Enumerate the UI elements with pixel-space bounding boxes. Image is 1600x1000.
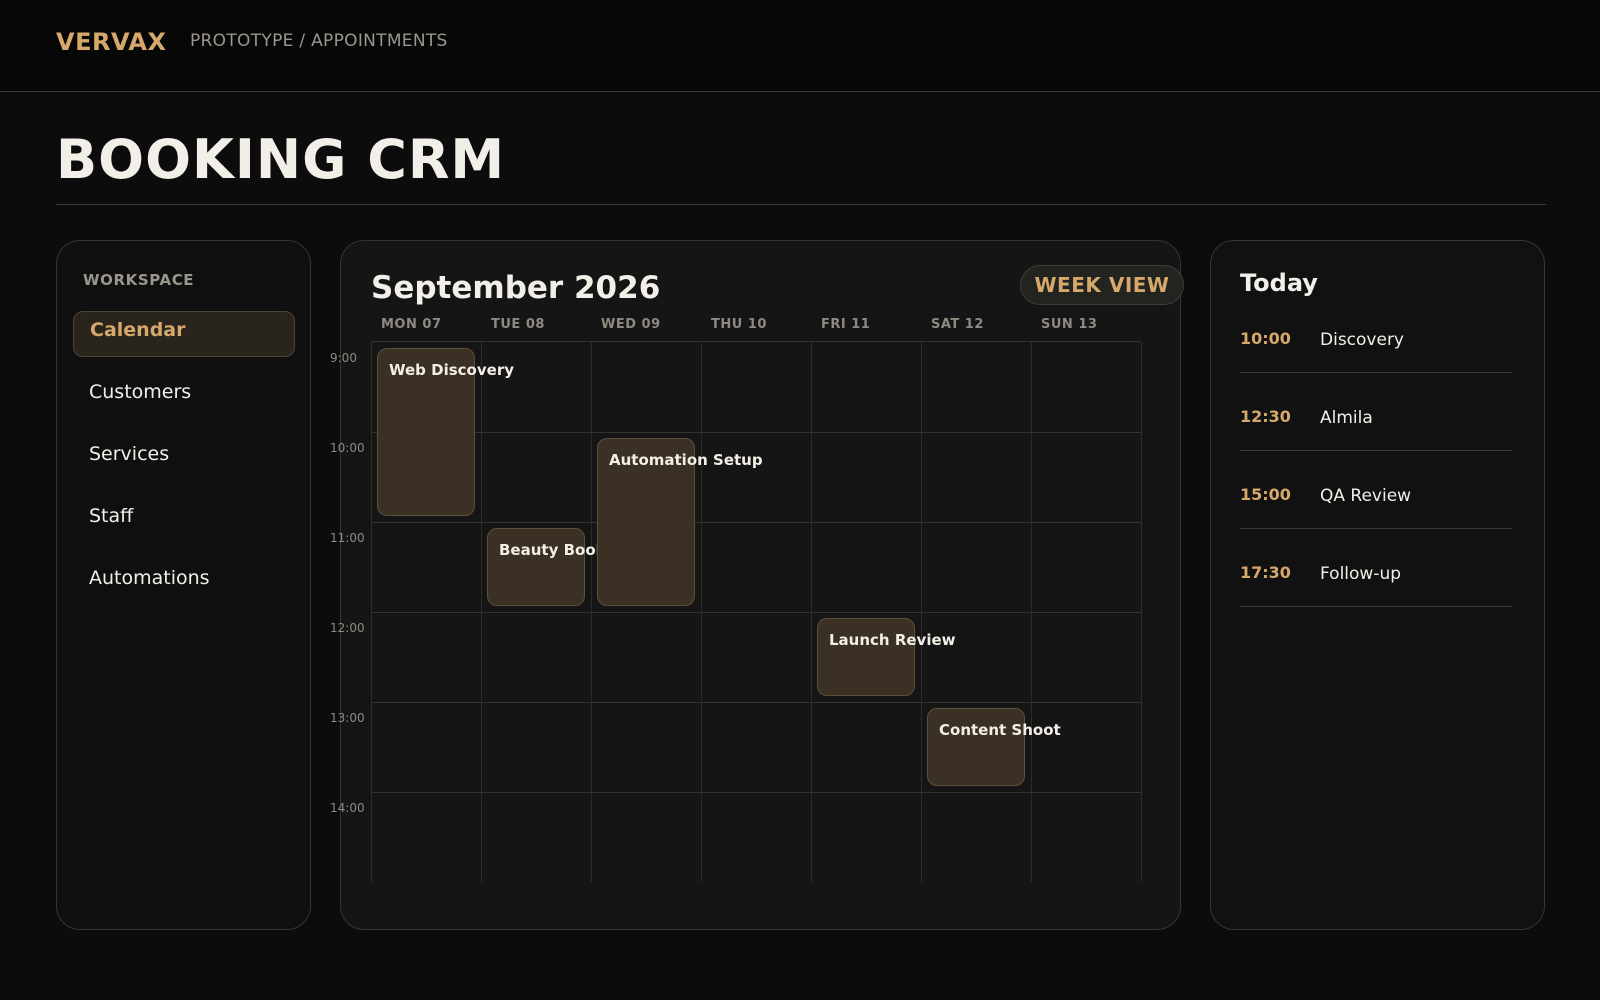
week-grid[interactable]: Web Discovery Beauty Book Automation Set… bbox=[371, 341, 1142, 882]
time-label: 11:00 bbox=[330, 531, 365, 545]
event-launch-review[interactable]: Launch Review bbox=[817, 618, 956, 696]
agenda-item[interactable]: 10:00 Discovery bbox=[1240, 329, 1512, 373]
calendar-panel: September 2026 WEEK VIEW MON 07 TUE 08 W… bbox=[330, 240, 1184, 930]
grid-divider bbox=[371, 522, 1141, 523]
sidebar-item-calendar[interactable]: Calendar bbox=[73, 311, 295, 357]
event-web-discovery[interactable]: Web Discovery bbox=[377, 348, 514, 516]
agenda-name: Almila bbox=[1320, 408, 1373, 428]
agenda-item[interactable]: 15:00 QA Review bbox=[1240, 485, 1512, 529]
agenda-item[interactable]: 12:30 Almila bbox=[1240, 407, 1512, 451]
today-title: Today bbox=[1240, 269, 1318, 297]
sidebar-item-customers[interactable]: Customers bbox=[73, 370, 295, 416]
day-header: SUN 13 bbox=[1041, 317, 1098, 332]
grid-divider bbox=[1141, 342, 1142, 882]
sidebar-section-label: WORKSPACE bbox=[83, 271, 195, 289]
grid-divider bbox=[371, 792, 1141, 793]
agenda-item[interactable]: 17:30 Follow-up bbox=[1240, 563, 1512, 607]
sidebar-item-staff[interactable]: Staff bbox=[73, 494, 295, 540]
sidebar-item-automations[interactable]: Automations bbox=[73, 556, 295, 602]
agenda-time: 12:30 bbox=[1240, 407, 1291, 426]
agenda-name: QA Review bbox=[1320, 486, 1412, 506]
agenda-name: Discovery bbox=[1320, 330, 1404, 350]
top-bar: VERVAX PROTOTYPE / APPOINTMENTS bbox=[0, 0, 1600, 92]
grid-divider bbox=[371, 432, 1141, 433]
today-panel: Today 10:00 Discovery 12:30 Almila 15:00… bbox=[1210, 240, 1545, 930]
week-view-button[interactable]: WEEK VIEW bbox=[1020, 265, 1184, 305]
agenda-time: 10:00 bbox=[1240, 329, 1291, 348]
sidebar-item-services[interactable]: Services bbox=[73, 432, 295, 478]
event-automation-setup[interactable]: Automation Setup bbox=[597, 438, 763, 606]
day-header: TUE 08 bbox=[491, 317, 545, 332]
time-label: 14:00 bbox=[330, 801, 365, 815]
agenda-time: 17:30 bbox=[1240, 563, 1291, 582]
time-label: 13:00 bbox=[330, 711, 365, 725]
calendar-month-title: September 2026 bbox=[371, 270, 661, 306]
sidebar: WORKSPACE Calendar Customers Services St… bbox=[56, 240, 311, 930]
day-header: WED 09 bbox=[601, 317, 661, 332]
agenda-time: 15:00 bbox=[1240, 485, 1291, 504]
brand-logo[interactable]: VERVAX bbox=[56, 28, 166, 56]
day-header: THU 10 bbox=[711, 317, 767, 332]
time-label: 10:00 bbox=[330, 441, 365, 455]
event-content-shoot[interactable]: Content Shoot bbox=[927, 708, 1061, 786]
title-divider bbox=[56, 204, 1546, 205]
grid-divider bbox=[371, 612, 1141, 613]
time-label: 9:00 bbox=[330, 351, 357, 365]
agenda-name: Follow-up bbox=[1320, 564, 1402, 584]
day-header: FRI 11 bbox=[821, 317, 871, 332]
event-beauty-book[interactable]: Beauty Book bbox=[487, 528, 606, 606]
breadcrumb: PROTOTYPE / APPOINTMENTS bbox=[190, 31, 448, 51]
day-header: SAT 12 bbox=[931, 317, 984, 332]
grid-divider bbox=[371, 702, 1141, 703]
page-title: BOOKING CRM bbox=[56, 128, 506, 191]
day-header: MON 07 bbox=[381, 317, 442, 332]
time-label: 12:00 bbox=[330, 621, 365, 635]
